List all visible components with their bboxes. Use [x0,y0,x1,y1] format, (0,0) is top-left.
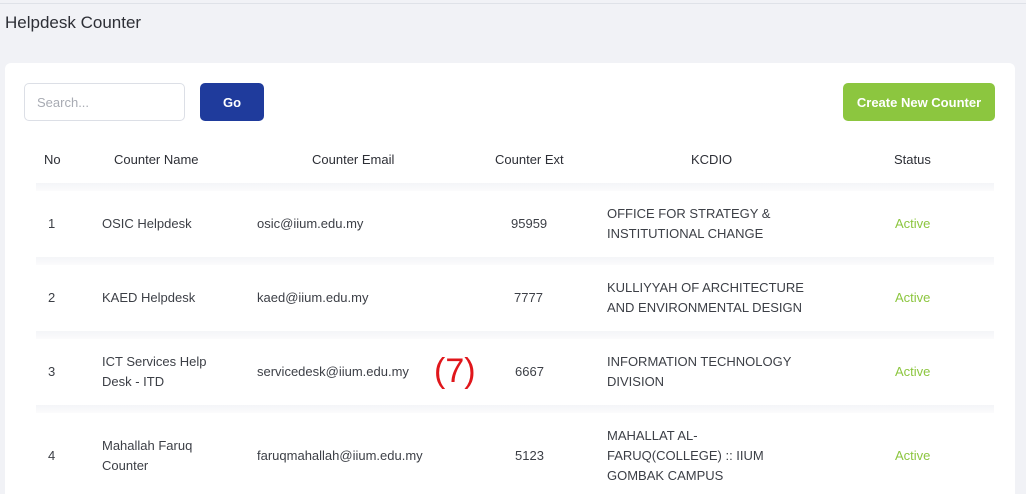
scroll-gutter [1015,63,1026,494]
row-counter-name: Mahallah Faruq Counter [102,438,193,473]
counter-card: Go Create New Counter No Counter Name Co… [5,63,1015,494]
status-badge: Active [895,364,931,379]
row-counter-email: servicedesk@iium.edu.my [257,364,409,379]
create-new-counter-button[interactable]: Create New Counter [843,83,995,121]
status-badge: Active [895,216,931,231]
row-no: 1 [48,216,56,231]
row-kcdio: MAHALLAT AL- FARUQ(COLLEGE) :: IIUM GOMBAK… [607,428,764,483]
row-counter-email: faruqmahallah@iium.edu.my [257,448,423,463]
row-no: 3 [48,364,56,379]
header-no: No [44,152,61,167]
top-divider [0,0,1026,4]
row-counter-ext: 7777 [514,290,543,305]
row-divider [36,183,994,191]
row-divider [36,257,994,265]
row-no: 2 [48,290,56,305]
row-counter-email: kaed@iium.edu.my [257,290,369,305]
header-kcdio: KCDIO [691,152,733,167]
row-counter-name: OSIC Helpdesk [102,216,192,231]
header-counter-ext: Counter Ext [495,152,564,167]
annotation-label: (7) [434,352,476,390]
row-kcdio: OFFICE FOR STRATEGY & INSTITUTIONAL CHANG… [607,206,771,241]
page-title: Helpdesk Counter [5,13,142,32]
row-counter-ext: 5123 [515,448,544,463]
header-status: Status [894,152,931,167]
row-counter-name: ICT Services Help Desk - ITD [102,354,207,389]
row-counter-ext: 6667 [515,364,544,379]
header-counter-email: Counter Email [312,152,395,167]
search-input[interactable] [24,83,185,121]
row-divider [36,331,994,339]
status-badge: Active [895,290,931,305]
row-counter-email: osic@iium.edu.my [257,216,364,231]
status-badge: Active [895,448,931,463]
row-kcdio: KULLIYYAH OF ARCHITECTURE AND ENVIRONMENT… [607,280,804,315]
row-counter-name: KAED Helpdesk [102,290,196,305]
row-counter-ext: 95959 [511,216,548,231]
row-no: 4 [48,448,56,463]
row-kcdio: INFORMATION TECHNOLOGY DIVISION [607,354,792,389]
row-divider [36,405,994,413]
go-button[interactable]: Go [200,83,264,121]
header-counter-name: Counter Name [114,152,199,167]
